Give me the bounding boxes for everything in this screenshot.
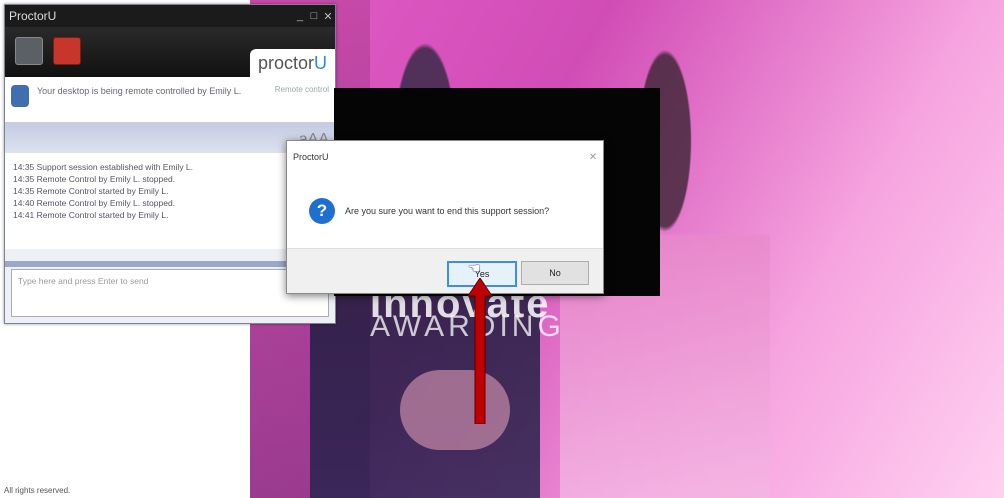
dialog-close-icon[interactable]: ✕ bbox=[583, 152, 603, 163]
proctoru-toolbar: proctor U bbox=[5, 27, 335, 77]
close-icon[interactable]: ✕ bbox=[321, 10, 335, 23]
remote-control-notice: Your desktop is being remote controlled … bbox=[5, 77, 335, 123]
logo-text: proctor bbox=[257, 52, 315, 73]
proctoru-logo: proctor U bbox=[250, 49, 335, 77]
question-icon: ? bbox=[309, 198, 335, 224]
confirm-dialog: ProctorU ✕ ? Are you sure you want to en… bbox=[286, 140, 604, 294]
red-arrow-annotation bbox=[468, 278, 492, 424]
hands-figure bbox=[400, 370, 510, 450]
maximize-icon[interactable]: □ bbox=[307, 10, 321, 22]
dialog-body: ? Are you sure you want to end this supp… bbox=[287, 173, 603, 249]
window-title: ProctorU bbox=[9, 9, 57, 23]
mouse-cursor-icon: ☚ bbox=[468, 260, 481, 276]
dialog-message: Are you sure you want to end this suppor… bbox=[345, 206, 550, 216]
logo-accent: U bbox=[314, 52, 328, 73]
chat-toolbar-button[interactable] bbox=[15, 37, 43, 65]
chat-log-line: 14:41 Remote Control started by Emily L. bbox=[13, 210, 169, 220]
minimize-icon[interactable]: _ bbox=[293, 10, 307, 22]
stop-session-button[interactable] bbox=[53, 37, 81, 65]
dialog-title: ProctorU bbox=[293, 152, 329, 162]
dialog-titlebar: ProctorU ✕ bbox=[287, 141, 603, 173]
agent-avatar bbox=[11, 85, 29, 107]
notice-text: Your desktop is being remote controlled … bbox=[37, 86, 242, 96]
chat-log-line: 14:35 Remote Control started by Emily L. bbox=[13, 186, 169, 196]
chat-input[interactable]: Type here and press Enter to send bbox=[11, 269, 329, 317]
chat-log-line: 14:35 Remote Control by Emily L. stopped… bbox=[13, 174, 176, 184]
proctoru-titlebar: ProctorU _ □ ✕ bbox=[5, 5, 335, 27]
copyright-text: All rights reserved. bbox=[4, 486, 71, 495]
chat-log-line: 14:35 Support session established with E… bbox=[13, 162, 194, 172]
no-button[interactable]: No bbox=[521, 261, 589, 285]
dialog-footer: Yes No bbox=[287, 248, 603, 293]
notice-tag: Remote control bbox=[274, 85, 329, 94]
chat-log-line: 14:40 Remote Control by Emily L. stopped… bbox=[13, 198, 176, 208]
